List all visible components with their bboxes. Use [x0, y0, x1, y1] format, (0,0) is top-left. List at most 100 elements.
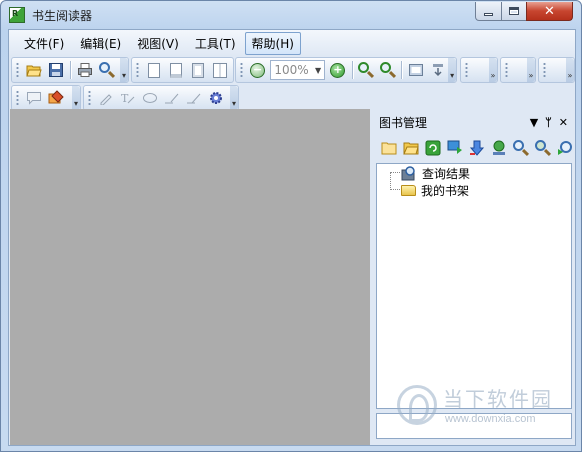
save-icon — [49, 63, 63, 77]
panel-title: 图书管理 — [379, 115, 428, 130]
zoom-level-select[interactable]: 100% ▼ — [270, 60, 326, 80]
line-button[interactable] — [161, 87, 183, 109]
find-icon — [99, 62, 116, 79]
toolbar-overflow-chevron[interactable]: » — [489, 58, 497, 82]
toolbar-grip[interactable] — [16, 90, 19, 106]
chevron-down-icon: ▼ — [314, 65, 322, 75]
toolbar-grip[interactable] — [16, 62, 19, 78]
toolbar-grip[interactable] — [505, 62, 508, 78]
globe-button[interactable] — [489, 138, 508, 157]
underline-button[interactable] — [183, 87, 205, 109]
download-button[interactable] — [427, 59, 448, 81]
close-button[interactable]: ✕ — [526, 2, 573, 21]
page-view-icon — [170, 62, 182, 78]
toolbar-overflow-chevron[interactable]: ▾ — [448, 58, 457, 82]
window-button[interactable] — [405, 59, 426, 81]
magnify-minus-icon — [379, 62, 396, 79]
tree-item-search-results[interactable]: 查询结果 — [401, 165, 470, 181]
search-plus-button[interactable] — [533, 138, 552, 157]
globe-icon — [492, 140, 505, 155]
two-page-button[interactable] — [209, 59, 231, 81]
toolbar-collapsed-2: » — [500, 57, 536, 83]
toolbar-grip[interactable] — [465, 62, 468, 78]
highlighter-button[interactable] — [45, 87, 67, 109]
ellipse-button[interactable] — [139, 87, 161, 109]
toolbar-overflow-chevron[interactable]: ▾ — [230, 86, 238, 110]
toolbar-overflow-chevron[interactable]: » — [527, 58, 535, 82]
menu-view[interactable]: 视图(V) — [130, 32, 186, 55]
title-bar[interactable]: R 书生阅读器 ✕ — [1, 1, 581, 29]
print-icon — [78, 63, 92, 77]
window-title: 书生阅读器 — [32, 9, 93, 23]
menu-file[interactable]: 文件(F) — [17, 32, 71, 55]
menu-tools[interactable]: 工具(T) — [188, 32, 243, 55]
download-book-button[interactable] — [445, 138, 464, 157]
move-down-button[interactable] — [467, 138, 486, 157]
comment-button[interactable] — [23, 87, 45, 109]
export-icon — [557, 140, 572, 155]
panel-menu-chevron-icon[interactable]: ▼ — [530, 116, 538, 129]
find-button[interactable] — [96, 59, 118, 81]
new-folder-icon — [381, 142, 396, 154]
tree-item-my-bookshelf[interactable]: 我的书架 — [401, 182, 469, 198]
highlighter-icon — [48, 90, 64, 104]
toolbar-overflow-chevron[interactable]: » — [566, 58, 574, 82]
text-tool-button[interactable]: T — [117, 87, 139, 109]
toolbar-grip[interactable] — [240, 62, 243, 78]
minimize-button[interactable] — [475, 2, 502, 21]
magnify-minus-button[interactable] — [377, 59, 398, 81]
zoom-level-value: 100% — [274, 63, 309, 77]
panel-close-icon[interactable]: ✕ — [559, 116, 568, 129]
zoom-in-plus-icon: + — [330, 62, 346, 78]
comment-icon — [27, 92, 41, 105]
search-plus-icon — [534, 139, 551, 156]
new-folder-button[interactable] — [379, 138, 398, 157]
app-window: R 书生阅读器 ✕ 文件(F) 编辑(E) 视图(V) 工具(T) 帮助(H) — [0, 0, 582, 452]
watermark: 当下软件园 www.downxia.com — [397, 381, 577, 431]
maximize-icon — [509, 7, 519, 15]
search-results-icon — [401, 165, 417, 181]
svg-text:T: T — [121, 92, 129, 105]
book-tree[interactable]: 查询结果 我的书架 — [376, 163, 572, 409]
export-button[interactable] — [555, 138, 574, 157]
download-icon — [432, 64, 443, 77]
two-page-icon — [213, 62, 227, 78]
toolbar-separator — [70, 61, 71, 79]
toolbar-separator — [401, 61, 403, 79]
panel-pin-icon[interactable]: ᛘ — [545, 116, 552, 129]
toolbar-overflow-chevron[interactable]: ▾ — [72, 86, 80, 110]
toolbar-overflow-chevron[interactable]: ▾ — [120, 58, 128, 82]
panel-toolbar — [379, 138, 574, 160]
close-icon: ✕ — [544, 3, 555, 19]
document-view-area[interactable] — [10, 109, 370, 445]
toolbar-collapsed-3: » — [538, 57, 575, 83]
zoom-out-button[interactable]: − — [247, 59, 268, 81]
toolbar-grip[interactable] — [88, 90, 91, 106]
refresh-button[interactable] — [423, 138, 442, 157]
ellipse-icon — [143, 93, 157, 103]
page-view-button[interactable] — [165, 59, 187, 81]
toolbar-grip[interactable] — [543, 62, 546, 78]
menu-help[interactable]: 帮助(H) — [244, 31, 301, 55]
open-button[interactable] — [23, 59, 45, 81]
menu-edit[interactable]: 编辑(E) — [73, 32, 128, 55]
maximize-button[interactable] — [501, 2, 527, 21]
settings-button[interactable] — [205, 87, 227, 109]
tree-item-label: 我的书架 — [421, 183, 470, 198]
magnify-button[interactable] — [356, 59, 377, 81]
fit-page-button[interactable] — [187, 59, 209, 81]
single-page-button[interactable] — [143, 59, 165, 81]
save-button[interactable] — [45, 59, 67, 81]
print-button[interactable] — [74, 59, 96, 81]
open-folder-icon — [26, 65, 42, 77]
menu-bar: 文件(F) 编辑(E) 视图(V) 工具(T) 帮助(H) — [9, 30, 575, 56]
magnify-icon — [358, 62, 375, 79]
tree-connector — [390, 189, 400, 190]
open-folder-button[interactable] — [401, 138, 420, 157]
toolbar-grip[interactable] — [136, 62, 139, 78]
underline-icon — [187, 93, 201, 104]
pen-button[interactable] — [95, 87, 117, 109]
zoom-in-button[interactable]: + — [327, 59, 348, 81]
toolbar-drawing: T ▾ — [83, 85, 239, 111]
search-button[interactable] — [511, 138, 530, 157]
